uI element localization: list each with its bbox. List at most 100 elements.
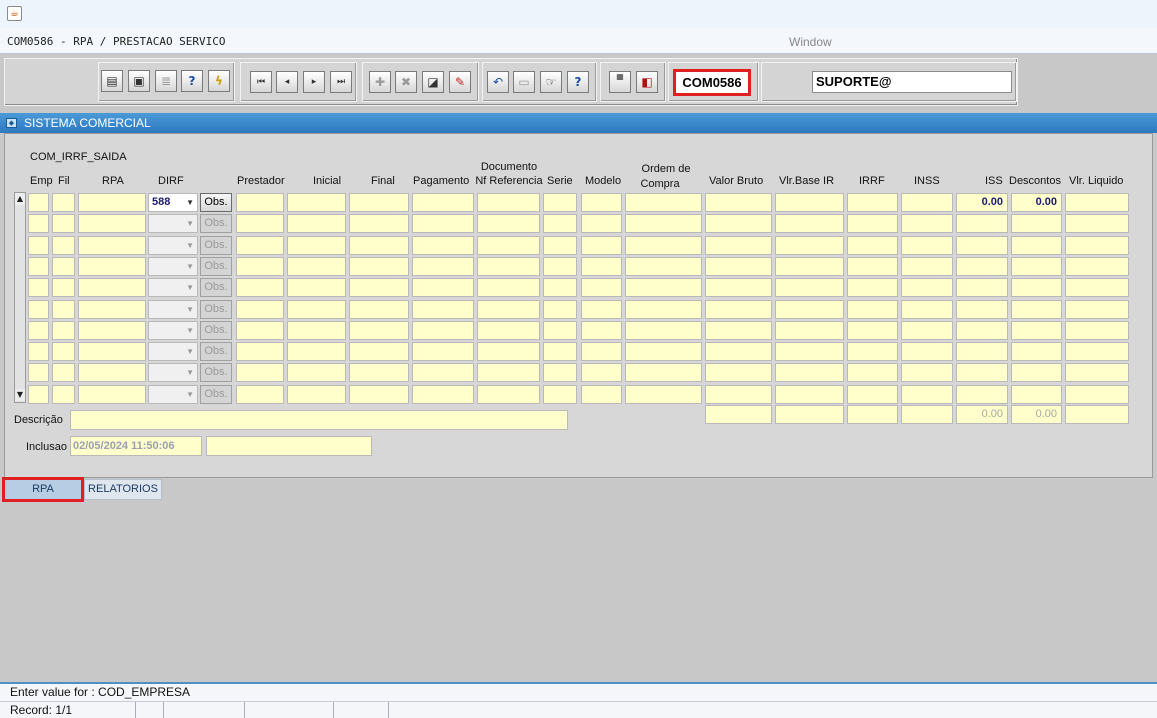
edit-icon[interactable]: ✎ bbox=[449, 71, 471, 93]
cell-emp[interactable] bbox=[28, 320, 49, 340]
cell-modelo[interactable] bbox=[581, 278, 622, 298]
cell-pagamento[interactable] bbox=[412, 299, 474, 319]
cell-irrf[interactable] bbox=[847, 299, 898, 319]
cell-valor-bruto[interactable] bbox=[705, 193, 772, 212]
key-help-icon[interactable]: ☞ bbox=[540, 71, 562, 93]
query-help-icon[interactable]: ? bbox=[181, 70, 203, 92]
cell-emp[interactable] bbox=[28, 363, 49, 383]
cell-fil[interactable] bbox=[52, 342, 75, 362]
cell-inicial[interactable] bbox=[287, 342, 346, 362]
cell-pagamento[interactable] bbox=[412, 342, 474, 362]
cell-serie[interactable] bbox=[543, 299, 577, 319]
next-record-icon[interactable]: ▸ bbox=[303, 71, 325, 93]
cell-valor-bruto[interactable] bbox=[705, 320, 772, 340]
cell-irrf[interactable] bbox=[847, 384, 898, 404]
menu-icon[interactable]: ▦ bbox=[609, 71, 631, 93]
cell-emp[interactable] bbox=[28, 299, 49, 319]
cell-vlr-liquido[interactable] bbox=[1065, 384, 1129, 404]
cell-descontos[interactable] bbox=[1011, 256, 1062, 276]
cell-inicial[interactable] bbox=[287, 214, 346, 234]
cell-irrf[interactable] bbox=[847, 320, 898, 340]
cell-iss[interactable] bbox=[956, 342, 1008, 362]
cell-rpa[interactable] bbox=[78, 256, 146, 276]
cell-ordem[interactable] bbox=[625, 342, 702, 362]
cell-ordem[interactable] bbox=[625, 214, 702, 234]
cell-documento[interactable] bbox=[477, 278, 540, 298]
cell-serie[interactable] bbox=[543, 363, 577, 383]
cell-documento[interactable] bbox=[477, 363, 540, 383]
chevron-down-icon[interactable]: ▼ bbox=[186, 343, 194, 360]
cell-modelo[interactable] bbox=[581, 256, 622, 276]
cell-vlr-liquido[interactable] bbox=[1065, 278, 1129, 298]
cell-documento[interactable] bbox=[477, 193, 540, 212]
cell-irrf[interactable] bbox=[847, 342, 898, 362]
cell-prestador[interactable] bbox=[236, 342, 284, 362]
cell-valor-bruto[interactable] bbox=[705, 235, 772, 255]
cell-serie[interactable] bbox=[543, 342, 577, 362]
cell-modelo[interactable] bbox=[581, 363, 622, 383]
dirf-select[interactable]: ▼ bbox=[148, 363, 198, 383]
cell-vlr-liquido[interactable] bbox=[1065, 342, 1129, 362]
cell-fil[interactable] bbox=[52, 256, 75, 276]
cell-final[interactable] bbox=[349, 193, 409, 212]
cell-fil[interactable] bbox=[52, 299, 75, 319]
print-icon[interactable]: ≣ bbox=[155, 70, 177, 92]
cell-documento[interactable] bbox=[477, 214, 540, 234]
cell-documento[interactable] bbox=[477, 384, 540, 404]
cell-vlr-liquido[interactable] bbox=[1065, 235, 1129, 255]
cell-pagamento[interactable] bbox=[412, 278, 474, 298]
cell-vlr-base-ir[interactable] bbox=[775, 363, 844, 383]
cell-emp[interactable] bbox=[28, 256, 49, 276]
cell-serie[interactable] bbox=[543, 320, 577, 340]
cell-prestador[interactable] bbox=[236, 384, 284, 404]
cell-prestador[interactable] bbox=[236, 320, 284, 340]
cell-prestador[interactable] bbox=[236, 299, 284, 319]
cell-irrf[interactable] bbox=[847, 214, 898, 234]
cell-irrf[interactable] bbox=[847, 278, 898, 298]
cell-iss[interactable] bbox=[956, 214, 1008, 234]
cell-pagamento[interactable] bbox=[412, 363, 474, 383]
cell-inss[interactable] bbox=[901, 278, 953, 298]
cell-iss[interactable] bbox=[956, 278, 1008, 298]
help-icon[interactable]: ? bbox=[567, 71, 589, 93]
cell-inicial[interactable] bbox=[287, 278, 346, 298]
cell-iss[interactable]: 0.00 bbox=[956, 193, 1008, 212]
cell-descontos[interactable] bbox=[1011, 320, 1062, 340]
cell-fil[interactable] bbox=[52, 214, 75, 234]
cell-rpa[interactable] bbox=[78, 299, 146, 319]
cell-documento[interactable] bbox=[477, 342, 540, 362]
cell-emp[interactable] bbox=[28, 384, 49, 404]
cell-irrf[interactable] bbox=[847, 235, 898, 255]
cell-vlr-base-ir[interactable] bbox=[775, 384, 844, 404]
chevron-down-icon[interactable]: ▼ bbox=[186, 322, 194, 339]
cell-vlr-base-ir[interactable] bbox=[775, 342, 844, 362]
cell-modelo[interactable] bbox=[581, 320, 622, 340]
cell-descontos[interactable] bbox=[1011, 342, 1062, 362]
cell-valor-bruto[interactable] bbox=[705, 299, 772, 319]
cell-rpa[interactable] bbox=[78, 342, 146, 362]
cell-final[interactable] bbox=[349, 384, 409, 404]
cell-modelo[interactable] bbox=[581, 193, 622, 212]
cell-valor-bruto[interactable] bbox=[705, 278, 772, 298]
cell-rpa[interactable] bbox=[78, 384, 146, 404]
cell-final[interactable] bbox=[349, 363, 409, 383]
cell-inicial[interactable] bbox=[287, 320, 346, 340]
clear-icon[interactable]: ▭ bbox=[513, 71, 535, 93]
cell-modelo[interactable] bbox=[581, 384, 622, 404]
exit-icon[interactable]: ◧ bbox=[636, 71, 658, 93]
dirf-select[interactable]: ▼ bbox=[148, 342, 198, 362]
cell-final[interactable] bbox=[349, 342, 409, 362]
cell-fil[interactable] bbox=[52, 278, 75, 298]
cell-prestador[interactable] bbox=[236, 193, 284, 212]
cell-final[interactable] bbox=[349, 235, 409, 255]
tab-rpa[interactable]: RPA bbox=[2, 477, 84, 502]
cell-inss[interactable] bbox=[901, 214, 953, 234]
cell-documento[interactable] bbox=[477, 320, 540, 340]
window-menu-label[interactable]: Window bbox=[789, 35, 832, 49]
tab-relatorios[interactable]: RELATORIOS bbox=[84, 479, 162, 500]
cell-serie[interactable] bbox=[543, 214, 577, 234]
cell-final[interactable] bbox=[349, 256, 409, 276]
cell-vlr-base-ir[interactable] bbox=[775, 193, 844, 212]
scroll-down-icon[interactable]: ▼ bbox=[15, 389, 25, 401]
last-record-icon[interactable]: ⏭ bbox=[330, 71, 352, 93]
